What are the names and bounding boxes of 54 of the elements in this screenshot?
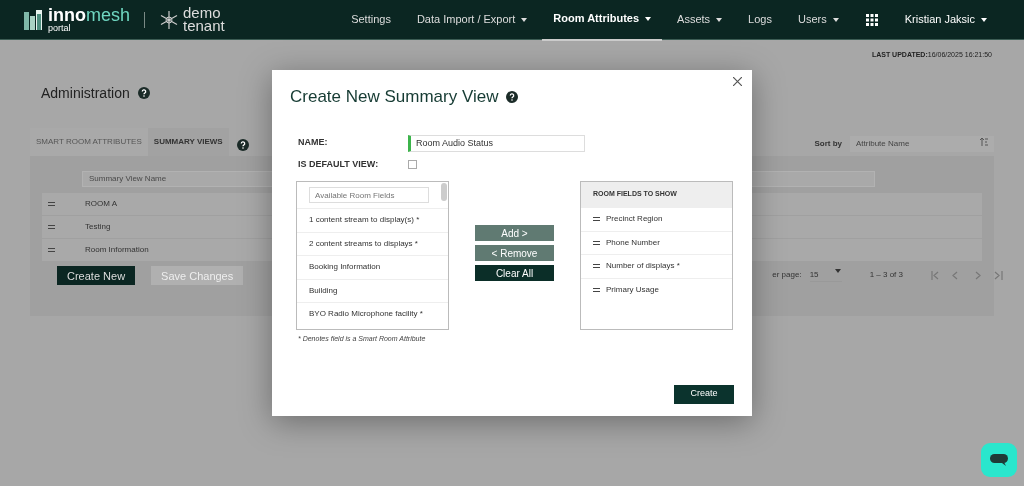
- per-page-label: er page:: [772, 269, 802, 281]
- help-icon[interactable]: [236, 138, 249, 151]
- list-item[interactable]: Precinct Region: [581, 207, 732, 231]
- page-title: Administration: [41, 83, 130, 103]
- chat-icon: [990, 454, 1008, 466]
- user-menu[interactable]: Kristian Jaksic: [893, 0, 998, 40]
- page-range: 1 – 3 of 3: [869, 269, 903, 281]
- help-icon[interactable]: [506, 90, 519, 103]
- sort-icon[interactable]: [980, 138, 988, 146]
- nav-link[interactable]: Settings: [340, 0, 402, 40]
- name-field[interactable]: Room Audio Status: [408, 134, 585, 152]
- list-item[interactable]: 2 content streams to displays *: [297, 231, 448, 255]
- drag-handle-icon[interactable]: [48, 224, 55, 229]
- help-icon[interactable]: [137, 87, 150, 99]
- view-name: ROOM A: [85, 197, 117, 210]
- dialog-title: Create New Summary View: [290, 86, 499, 108]
- list-item[interactable]: Building: [297, 278, 448, 302]
- scrollbar[interactable]: [441, 183, 447, 201]
- tenant-name: demo tenant: [183, 6, 225, 33]
- transfer-button[interactable]: Add >: [475, 225, 554, 241]
- view-name: Room Information: [85, 243, 149, 256]
- list-item[interactable]: Booking Information: [297, 255, 448, 279]
- tab[interactable]: SUMMARY VIEWS: [147, 128, 229, 156]
- transfer-button[interactable]: < Remove: [475, 245, 554, 261]
- view-name: Testing: [85, 220, 111, 233]
- brand-name: innomesh: [48, 6, 130, 24]
- nav-link[interactable]: Assets: [666, 0, 734, 40]
- field-search[interactable]: Available Room Fields: [309, 187, 429, 203]
- field-label: IS DEFAULT VIEW:: [298, 157, 380, 171]
- snowflake-icon: [159, 9, 179, 30]
- list-item[interactable]: Primary Usage: [581, 277, 732, 301]
- create-button[interactable]: Create: [674, 384, 734, 404]
- list-item[interactable]: 1 content stream to display(s) *: [297, 208, 448, 232]
- action-button[interactable]: Create New: [57, 265, 136, 285]
- per-page-select[interactable]: 15: [809, 268, 842, 282]
- list-item[interactable]: Number of displays *: [581, 254, 732, 278]
- logo-icon: [24, 9, 44, 30]
- sort-select[interactable]: Attribute Name: [850, 136, 994, 152]
- chat-button[interactable]: [981, 443, 1017, 477]
- drag-handle-icon[interactable]: [48, 201, 55, 206]
- nav-link[interactable]: Logs: [737, 0, 783, 40]
- list-item[interactable]: Phone Number: [581, 230, 732, 254]
- transfer-button[interactable]: Clear All: [475, 265, 554, 281]
- close-icon[interactable]: [733, 77, 742, 86]
- grid-icon[interactable]: [865, 13, 878, 26]
- list-item[interactable]: BYO Radio Microphone facility *: [297, 302, 448, 326]
- nav-link[interactable]: Room Attributes: [542, 0, 663, 41]
- nav-link[interactable]: Users: [786, 0, 850, 40]
- brand-subtitle: portal: [48, 24, 72, 33]
- field-label: NAME:: [298, 136, 329, 150]
- default-checkbox[interactable]: [408, 159, 417, 169]
- nav-link[interactable]: Data Import / Export: [405, 0, 539, 40]
- drag-handle-icon[interactable]: [48, 247, 55, 252]
- sort-label: Sort by: [814, 138, 842, 150]
